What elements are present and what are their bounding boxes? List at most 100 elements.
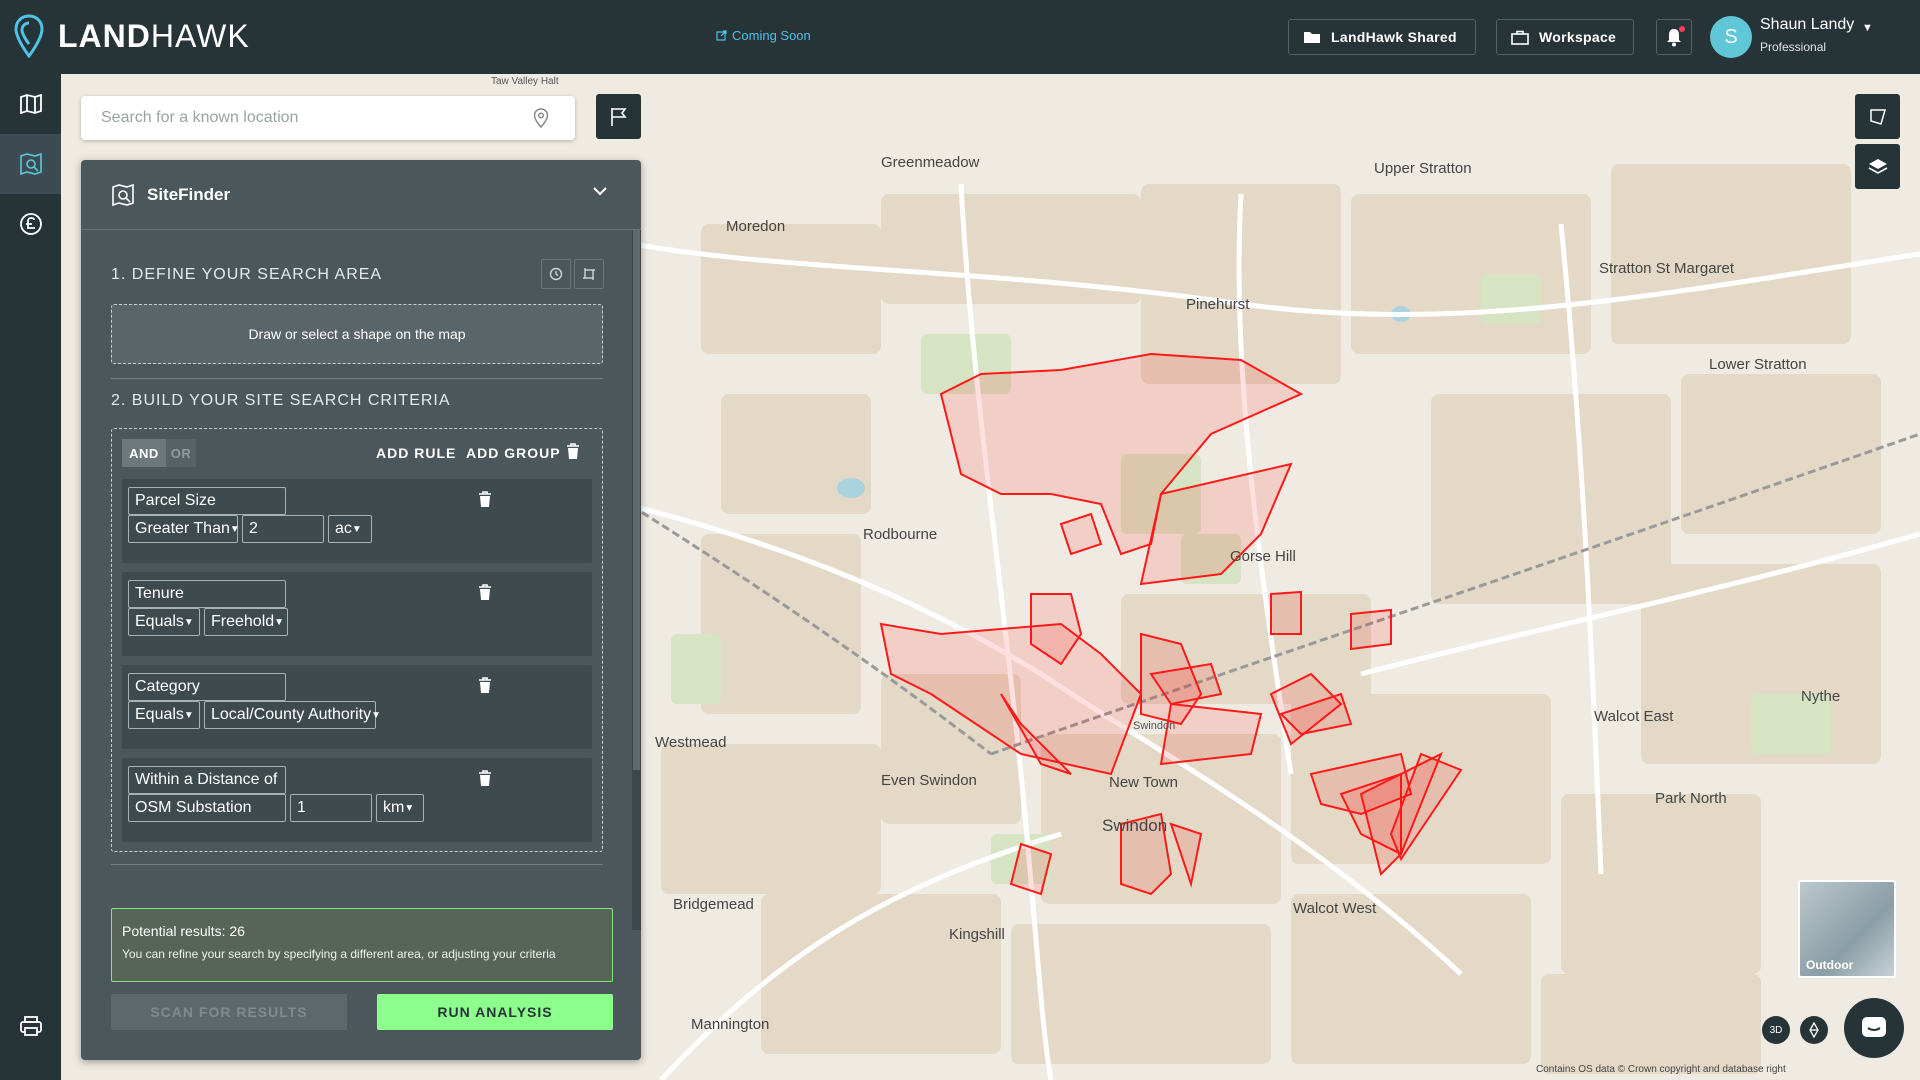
landhawk-shared-button[interactable]: LandHawk Shared xyxy=(1288,19,1476,55)
rail-item-valuation[interactable] xyxy=(0,194,61,254)
history-button[interactable] xyxy=(541,259,571,289)
user-name[interactable]: Shaun Landy xyxy=(1760,16,1854,34)
trash-icon[interactable] xyxy=(478,491,492,508)
scrollbar-thumb[interactable] xyxy=(633,230,640,770)
trash-icon[interactable] xyxy=(478,584,492,601)
trash-icon[interactable] xyxy=(478,770,492,787)
caret-down-icon: ▼ xyxy=(229,523,240,535)
divider xyxy=(111,378,603,379)
printer-icon xyxy=(19,1016,42,1036)
basemap-label: Outdoor xyxy=(1806,958,1854,972)
place-label: Lower Stratton xyxy=(1709,356,1807,373)
station-label: Taw Valley Halt xyxy=(491,76,559,87)
and-or-toggle: AND OR xyxy=(122,439,196,467)
criteria-rule: Within a Distance of OSM Substation 1 km… xyxy=(122,758,592,842)
rule-operator-select[interactable]: Greater Than ▼ xyxy=(128,515,240,543)
flag-button[interactable] xyxy=(596,94,641,139)
rule-field-select[interactable]: Tenure xyxy=(128,580,286,608)
workspace-button[interactable]: Workspace xyxy=(1496,19,1634,55)
coming-soon-label: Coming Soon xyxy=(732,28,811,43)
logo-text: LANDHAWK xyxy=(58,17,250,54)
criteria-rule: Parcel Size Greater Than ▼ 2 ac ▼ xyxy=(122,479,592,563)
rail-item-map[interactable] xyxy=(0,74,61,134)
location-pin-logo-icon xyxy=(14,14,44,58)
chat-button[interactable] xyxy=(1844,998,1904,1058)
rule-unit-select[interactable]: ac ▼ xyxy=(328,515,372,543)
panel-title: SiteFinder xyxy=(147,184,231,204)
avatar[interactable]: S xyxy=(1710,16,1752,58)
caret-down-icon: ▼ xyxy=(183,616,194,628)
run-analysis-button[interactable]: RUN ANALYSIS xyxy=(377,994,613,1030)
draw-shape-prompt[interactable]: Draw or select a shape on the map xyxy=(111,304,603,364)
rule-unit-select[interactable]: km ▼ xyxy=(376,794,424,822)
layers-icon xyxy=(1868,158,1887,174)
or-toggle[interactable]: OR xyxy=(166,439,196,467)
crop-icon xyxy=(583,268,595,280)
compass-icon xyxy=(1809,1022,1819,1038)
notification-dot xyxy=(1679,26,1685,32)
and-toggle[interactable]: AND xyxy=(122,439,166,467)
rule-target-select[interactable]: OSM Substation xyxy=(128,794,286,822)
place-label: Gorse Hill xyxy=(1230,548,1296,565)
search-input[interactable] xyxy=(81,96,511,140)
place-label: Park North xyxy=(1655,790,1727,807)
location-search xyxy=(81,96,575,140)
landhawk-logo[interactable]: LANDHAWK xyxy=(14,14,250,58)
rule-operator-select[interactable]: Equals ▼ xyxy=(128,701,200,729)
section-title-criteria: 2. BUILD YOUR SITE SEARCH CRITERIA xyxy=(111,392,451,409)
caret-down-icon: ▼ xyxy=(274,616,285,628)
caret-down-icon[interactable]: ▼ xyxy=(1862,22,1873,34)
draw-shape-icon xyxy=(1869,108,1886,125)
criteria-rule: Category Equals ▼ Local/County Authority ▼ xyxy=(122,665,592,749)
place-label: New Town xyxy=(1109,774,1178,791)
place-label: Swindon xyxy=(1102,816,1168,835)
external-link-icon xyxy=(716,30,727,41)
top-bar: LANDHAWK Coming Soon LandHawk Shared Wor… xyxy=(0,0,1920,74)
layers-button[interactable] xyxy=(1855,144,1900,189)
compass-button[interactable] xyxy=(1800,1016,1828,1044)
draw-polygon-button[interactable] xyxy=(1855,94,1900,139)
place-label: Upper Stratton xyxy=(1374,160,1472,177)
place-label: Pinehurst xyxy=(1186,296,1250,313)
add-group-button[interactable]: ADD GROUP xyxy=(466,445,561,461)
potential-results-box: Potential results: 26 You can refine you… xyxy=(111,908,613,982)
rule-value-select[interactable]: Freehold ▼ xyxy=(204,608,288,636)
rule-field-select[interactable]: Within a Distance of xyxy=(128,766,286,794)
results-hint: You can refine your search by specifying… xyxy=(122,947,556,961)
unit-label: ac xyxy=(335,520,352,537)
rule-field-select[interactable]: Category xyxy=(128,673,286,701)
select-shape-button[interactable] xyxy=(574,259,604,289)
rule-value-input[interactable]: 1 xyxy=(290,794,372,822)
coming-soon-link[interactable]: Coming Soon xyxy=(716,28,811,43)
add-rule-button[interactable]: ADD RULE xyxy=(376,445,456,461)
section-title-search-area: 1. DEFINE YOUR SEARCH AREA xyxy=(111,266,383,283)
operator-label: Greater Than xyxy=(135,520,230,537)
place-label: Stratton St Margaret xyxy=(1599,260,1735,277)
flag-icon xyxy=(610,107,627,126)
value-label: Freehold xyxy=(211,613,275,630)
place-label: Nythe xyxy=(1801,688,1841,705)
place-label: Even Swindon xyxy=(881,772,977,789)
place-label: Rodbourne xyxy=(863,526,938,543)
rule-value-select[interactable]: Local/County Authority ▼ xyxy=(204,701,381,729)
place-label: Walcot East xyxy=(1594,708,1674,725)
scan-for-results-button[interactable]: SCAN FOR RESULTS xyxy=(111,994,347,1030)
value-label: Local/County Authority xyxy=(211,706,372,723)
trash-icon[interactable] xyxy=(478,677,492,694)
rule-value-input[interactable]: 2 xyxy=(242,515,324,543)
notifications-button[interactable] xyxy=(1656,19,1692,55)
clock-icon xyxy=(549,267,563,281)
caret-down-icon: ▼ xyxy=(351,523,362,535)
panel-header[interactable]: SiteFinder xyxy=(81,160,641,230)
rail-item-print[interactable] xyxy=(0,996,61,1056)
trash-icon[interactable] xyxy=(566,443,580,460)
location-pin-icon[interactable] xyxy=(533,108,549,128)
chevron-down-icon[interactable] xyxy=(593,186,607,196)
toggle-3d-button[interactable]: 3D xyxy=(1762,1016,1790,1044)
station-label: Swindon xyxy=(1133,720,1176,732)
rule-field-select[interactable]: Parcel Size xyxy=(128,487,286,515)
basemap-switcher[interactable]: Outdoor xyxy=(1798,880,1896,978)
rail-item-sitefinder[interactable] xyxy=(0,134,61,194)
rule-operator-select[interactable]: Equals ▼ xyxy=(128,608,200,636)
place-label: Walcot West xyxy=(1293,900,1377,917)
